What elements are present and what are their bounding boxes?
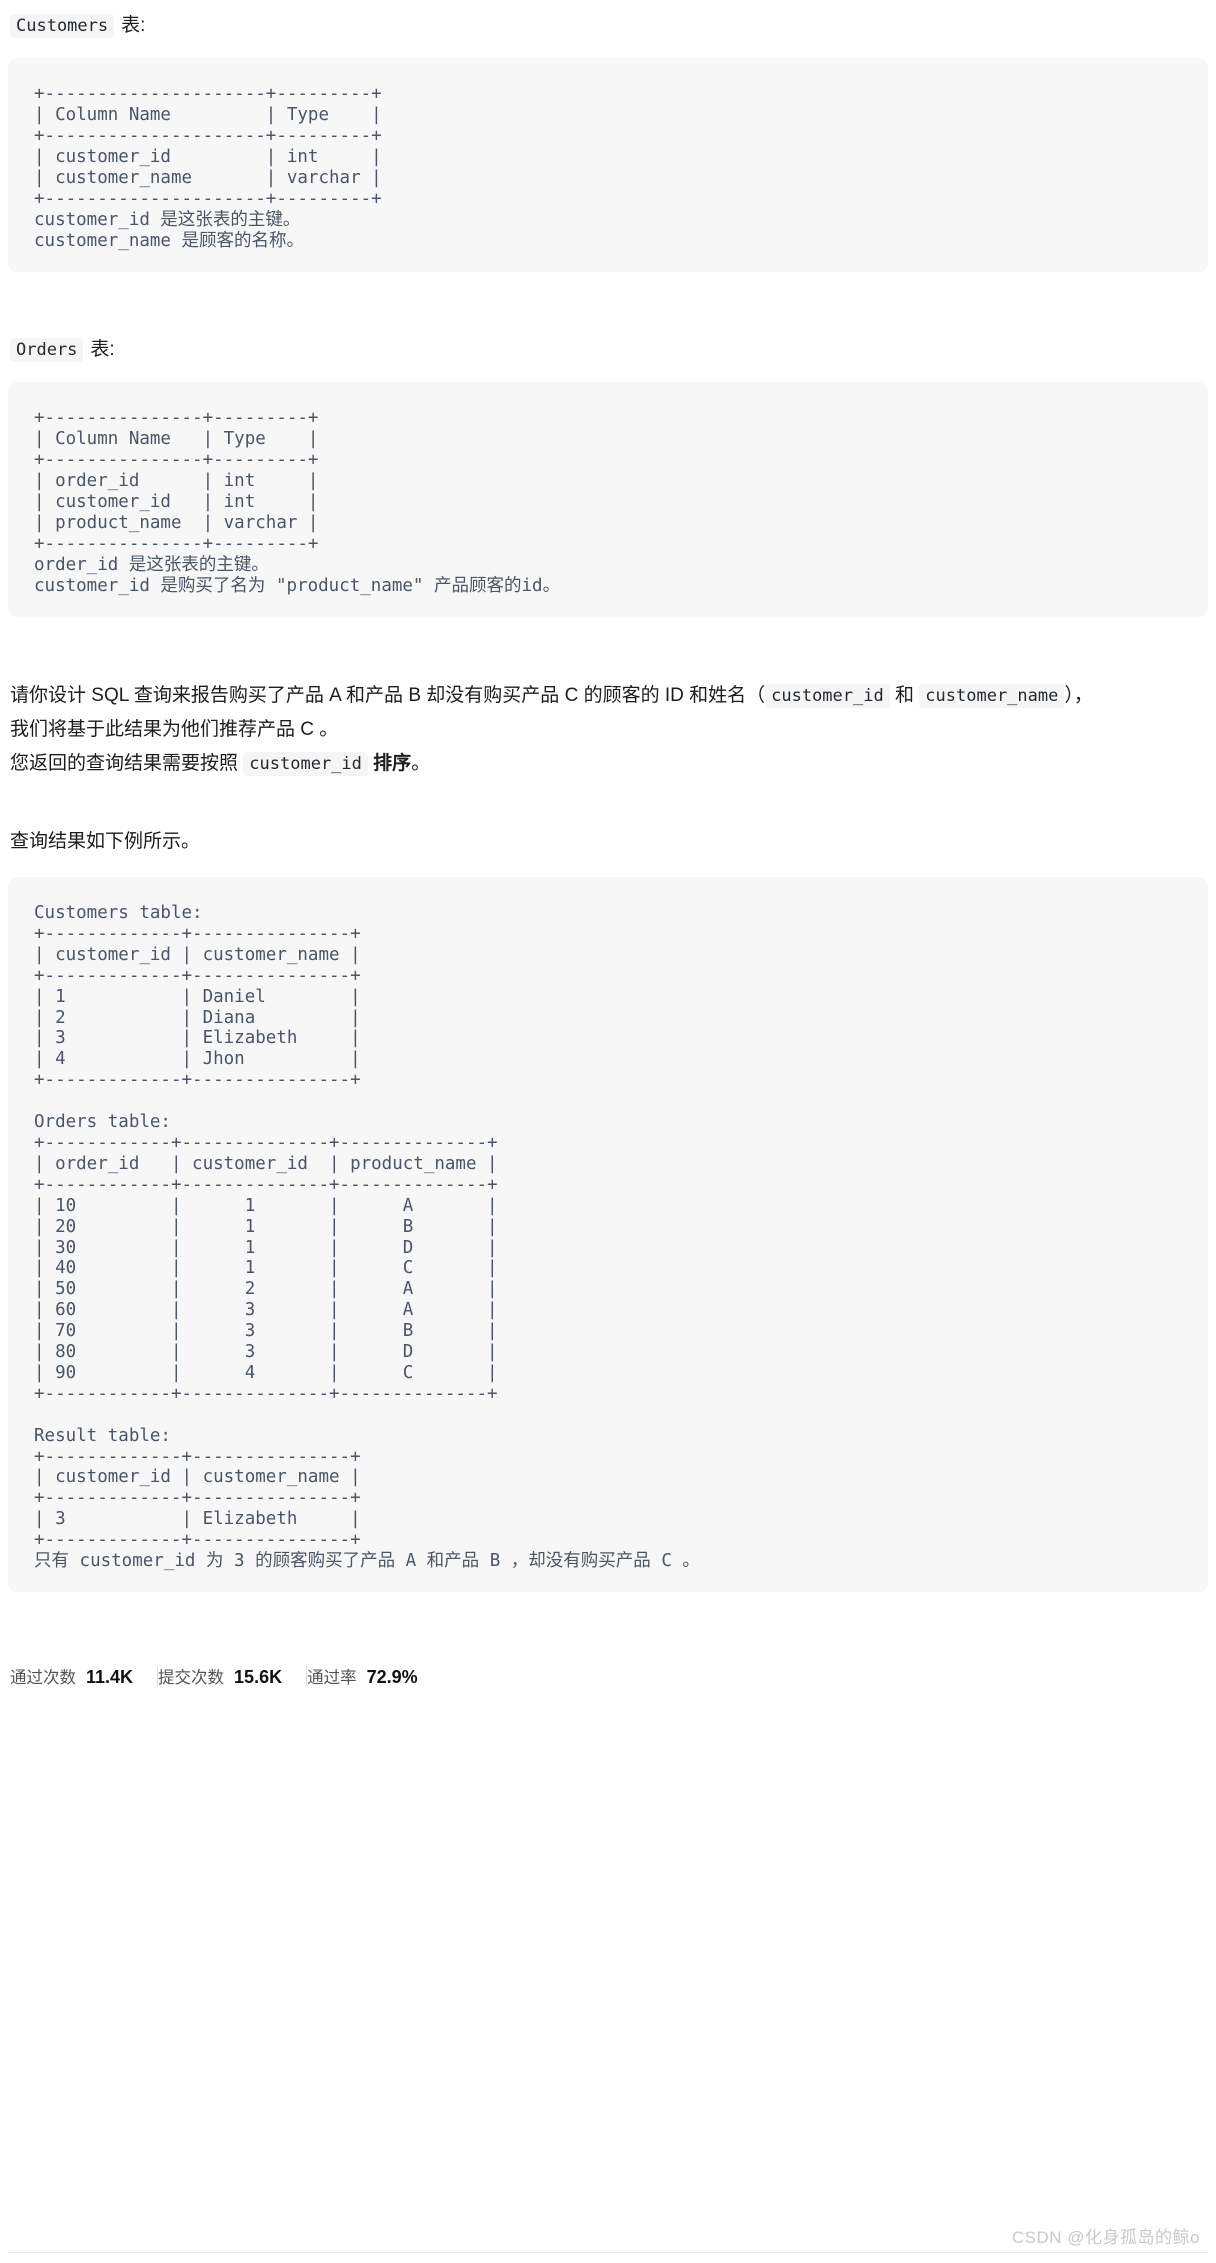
csdn-watermark: CSDN @化身孤岛的鲸o: [1011, 2228, 1200, 2247]
stat-acceptance-rate-label: 通过率: [307, 1669, 357, 1687]
block-gap-1: [0, 272, 1216, 336]
caption-gap-2: [0, 364, 1216, 382]
customers-table-caption: Customers 表:: [0, 12, 1216, 40]
orders-table-caption: Orders 表:: [0, 336, 1216, 364]
bottom-divider: [8, 2252, 1208, 2253]
block-gap-3: [0, 781, 1216, 825]
question-chip-sort-key: customer_id: [243, 752, 368, 776]
question-line3-part1: 您返回的查询结果需要按照: [10, 753, 239, 774]
example-codeblock: Customers table: +-------------+--------…: [8, 877, 1208, 1592]
stat-acceptance-rate-value: 72.9%: [366, 1667, 418, 1687]
question-paragraph: 请你设计 SQL 查询来报告购买了产品 A 和产品 B 却没有购买产品 C 的顾…: [0, 679, 1216, 781]
customers-schema-text: +---------------------+---------+ | Colu…: [34, 84, 382, 251]
stat-submissions-value: 15.6K: [234, 1667, 283, 1687]
caption-gap-3: [0, 859, 1216, 877]
customers-table-name-chip: Customers: [10, 13, 115, 39]
question-chip-customer-name: customer_name: [919, 684, 1065, 708]
block-gap-4: [0, 1592, 1216, 1664]
caption-gap-1: [0, 40, 1216, 58]
question-line3-part2: 。: [411, 753, 431, 774]
question-line2: 我们将基于此结果为他们推荐产品 C 。: [10, 719, 339, 740]
customers-caption-tail: 表:: [121, 15, 146, 36]
question-between-chips: 和: [895, 685, 915, 706]
stat-submissions-label: 提交次数: [158, 1669, 225, 1687]
problem-stats: 通过次数 11.4K 提交次数 15.6K 通过率 72.9%: [0, 1664, 1216, 1688]
customers-schema-codeblock: +---------------------+---------+ | Colu…: [8, 58, 1208, 272]
question-line1-part2: ），: [1064, 685, 1093, 706]
stat-accepted-value: 11.4K: [86, 1667, 134, 1687]
orders-table-name-chip: Orders: [10, 337, 84, 363]
question-line3-bold: 排序: [373, 753, 412, 774]
stat-accepted: 通过次数 11.4K: [10, 1664, 157, 1688]
orders-schema-codeblock: +---------------+---------+ | Column Nam…: [8, 382, 1208, 617]
orders-caption-tail: 表:: [90, 339, 115, 360]
top-spacer: [0, 0, 1216, 12]
problem-page: Customers 表: +---------------------+----…: [0, 0, 1216, 2253]
question-chip-customer-id: customer_id: [765, 684, 890, 708]
stat-accepted-label: 通过次数: [10, 1669, 76, 1687]
orders-schema-text: +---------------+---------+ | Column Nam…: [34, 408, 561, 596]
stat-submissions: 提交次数 15.6K: [158, 1664, 306, 1688]
question-line1-part1: 请你设计 SQL 查询来报告购买了产品 A 和产品 B 却没有购买产品 C 的顾…: [10, 685, 766, 706]
example-intro-paragraph: 查询结果如下例所示。: [10, 831, 201, 852]
stat-acceptance-rate: 通过率 72.9%: [307, 1664, 442, 1688]
block-gap-2: [0, 617, 1216, 679]
example-text: Customers table: +-------------+--------…: [34, 903, 700, 1572]
